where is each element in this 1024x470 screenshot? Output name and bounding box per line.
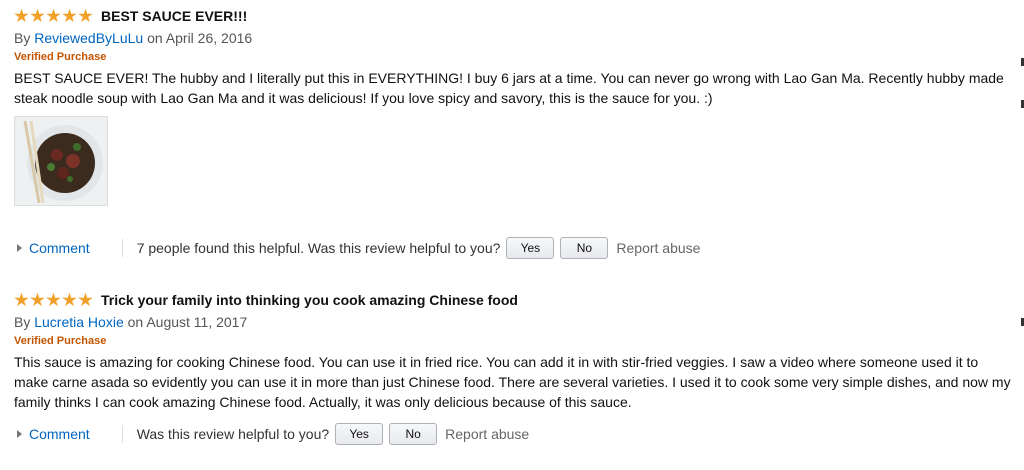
by-label: By [14, 314, 31, 330]
review-author-link[interactable]: ReviewedByLuLu [34, 30, 143, 46]
review-photo-thumbnail[interactable] [14, 116, 108, 206]
verified-purchase-badge: Verified Purchase [14, 335, 107, 347]
review-1: BEST SAUCE EVER!!! By ReviewedByLuLu on … [14, 6, 1014, 206]
star-icon [14, 292, 29, 307]
comment-link[interactable]: Comment [29, 426, 90, 442]
helpful-no-button[interactable]: No [389, 423, 438, 445]
review-date: on April 26, 2016 [147, 30, 253, 46]
star-icon [62, 8, 77, 23]
star-icon [62, 292, 77, 307]
star-icon [46, 292, 61, 307]
star-icon [78, 8, 93, 23]
star-icon [30, 8, 45, 23]
helpful-prompt: Was this review helpful to you? [136, 426, 330, 442]
helpful-yes-button[interactable]: Yes [335, 423, 384, 445]
star-rating[interactable] [14, 8, 94, 24]
divider [121, 425, 123, 443]
star-icon [14, 8, 29, 23]
review-2-actions: Comment Was this review helpful to you? … [14, 422, 529, 446]
review-title-row: BEST SAUCE EVER!!! [14, 6, 1014, 26]
helpful-no-button[interactable]: No [560, 237, 609, 259]
review-title[interactable]: Trick your family into thinking you cook… [101, 292, 518, 308]
report-abuse-link[interactable]: Report abuse [616, 240, 700, 256]
star-icon [30, 292, 45, 307]
star-icon [46, 8, 61, 23]
review-body: BEST SAUCE EVER! The hubby and I literal… [14, 70, 1004, 106]
review-byline: By ReviewedByLuLu on April 26, 2016 [14, 29, 1014, 47]
by-label: By [14, 30, 31, 46]
star-rating[interactable] [14, 292, 94, 308]
divider [121, 239, 123, 257]
review-body: This sauce is amazing for cooking Chines… [14, 354, 1011, 410]
review-author-link[interactable]: Lucretia Hoxie [34, 314, 124, 330]
review-2: Trick your family into thinking you cook… [14, 290, 1014, 412]
report-abuse-link[interactable]: Report abuse [445, 426, 529, 442]
helpful-yes-button[interactable]: Yes [506, 237, 555, 259]
helpful-prompt: 7 people found this helpful. Was this re… [136, 240, 501, 256]
verified-purchase-badge: Verified Purchase [14, 51, 107, 63]
comment-link[interactable]: Comment [29, 240, 90, 256]
food-bowl-image [15, 117, 107, 205]
review-1-actions: Comment 7 people found this helpful. Was… [14, 236, 700, 260]
review-title-row: Trick your family into thinking you cook… [14, 290, 1014, 310]
expand-triangle-icon [17, 244, 22, 252]
expand-triangle-icon [17, 430, 22, 438]
review-byline: By Lucretia Hoxie on August 11, 2017 [14, 313, 1014, 331]
review-title[interactable]: BEST SAUCE EVER!!! [101, 8, 247, 24]
review-date: on August 11, 2017 [127, 314, 248, 330]
star-icon [78, 292, 93, 307]
